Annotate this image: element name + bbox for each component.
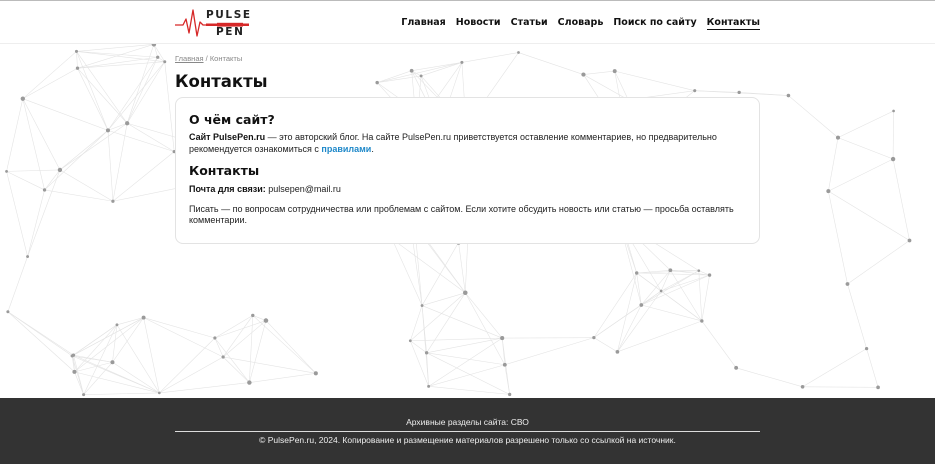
site-footer: Архивные разделы сайта: СВО © PulsePen.r… bbox=[0, 398, 935, 464]
breadcrumb-current: Контакты bbox=[209, 54, 243, 63]
nav-item-news[interactable]: Новости bbox=[456, 17, 501, 30]
breadcrumb-home-link[interactable]: Главная bbox=[175, 54, 204, 63]
write-paragraph: Писать — по вопросам сотрудничества или … bbox=[189, 203, 734, 226]
about-text: — это авторский блог. На сайте PulsePen.… bbox=[189, 132, 717, 154]
page-title: Контакты bbox=[175, 72, 268, 91]
logo-text-pen: PEN bbox=[216, 26, 245, 38]
footer-copyright: © PulsePen.ru, 2024. Копирование и разме… bbox=[259, 435, 676, 445]
contacts-card: О чём сайт? Сайт PulsePen.ru — это автор… bbox=[175, 97, 760, 244]
breadcrumb: Главная / Контакты bbox=[175, 54, 760, 63]
nav-item-search[interactable]: Поиск по сайту bbox=[613, 17, 696, 30]
main-content: Главная / Контакты Контакты О чём сайт? … bbox=[175, 54, 760, 244]
mail-label: Почта для связи: bbox=[189, 184, 266, 194]
nav-item-home[interactable]: Главная bbox=[401, 17, 446, 30]
mail-paragraph: Почта для связи: pulsepen@mail.ru bbox=[189, 184, 746, 196]
site-header: PULSE PEN Главная Новости Статьи Словарь… bbox=[0, 1, 935, 44]
footer-divider bbox=[175, 431, 760, 432]
main-nav: Главная Новости Статьи Словарь Поиск по … bbox=[401, 17, 760, 30]
mail-value: pulsepen@mail.ru bbox=[265, 184, 341, 194]
contacts-heading: Контакты bbox=[189, 163, 260, 178]
rules-link[interactable]: правилами bbox=[321, 144, 371, 154]
nav-item-articles[interactable]: Статьи bbox=[511, 17, 548, 30]
about-end: . bbox=[371, 143, 374, 154]
logo-text-pulse: PULSE bbox=[206, 9, 252, 21]
nav-item-dictionary[interactable]: Словарь bbox=[558, 17, 604, 30]
about-paragraph: Сайт PulsePen.ru — это авторский блог. Н… bbox=[189, 132, 746, 155]
about-heading: О чём сайт? bbox=[189, 112, 275, 127]
about-site-name: Сайт PulsePen.ru bbox=[189, 132, 266, 142]
footer-archive-links[interactable]: Архивные разделы сайта: СВО bbox=[0, 417, 935, 427]
nav-item-contacts[interactable]: Контакты bbox=[706, 17, 760, 30]
site-logo[interactable]: PULSE PEN bbox=[175, 7, 255, 39]
